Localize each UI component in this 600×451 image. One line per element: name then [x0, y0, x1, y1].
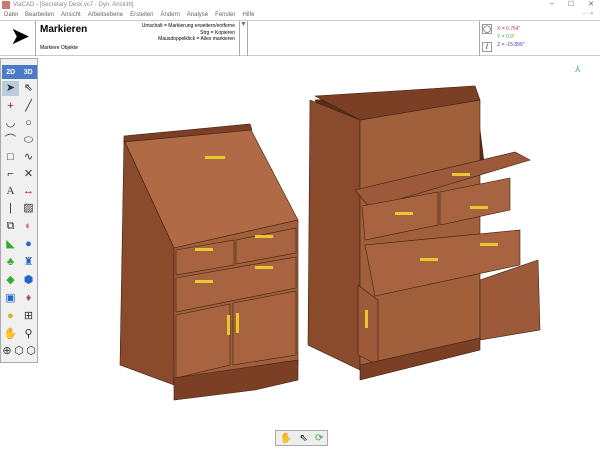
- transform-tool-icon[interactable]: ⧉: [2, 219, 19, 234]
- circle-tool-icon[interactable]: ○: [20, 116, 37, 131]
- handle: [227, 315, 230, 335]
- text-tool-icon[interactable]: A: [2, 184, 19, 199]
- zoom-icon[interactable]: ⚲: [20, 327, 37, 342]
- handle: [236, 313, 239, 333]
- menu-hilfe[interactable]: Hilfe: [243, 12, 255, 18]
- menu-bar: Datei Bearbeiten Ansicht Arbeitsebene Er…: [0, 10, 600, 20]
- menu-bearbeiten[interactable]: Bearbeiten: [25, 12, 54, 18]
- menu-erstellen[interactable]: Erstellen: [130, 12, 153, 18]
- app-icon: [2, 1, 10, 9]
- menu-analyse[interactable]: Analyse: [187, 12, 208, 18]
- handle: [195, 248, 213, 251]
- coord-input-button[interactable]: /: [482, 42, 492, 52]
- view-cube-icon[interactable]: ⬡: [25, 344, 37, 359]
- subselect-tool-icon[interactable]: ⇖: [20, 81, 37, 96]
- rectangle-tool-icon[interactable]: □: [2, 150, 19, 165]
- views-tool-icon[interactable]: ⊞: [20, 309, 37, 324]
- mdi-controls[interactable]: – ▫ ✕: [582, 11, 594, 17]
- desk-right[interactable]: [307, 85, 541, 381]
- view-tabs: 2D 3D: [2, 65, 37, 79]
- coord-x: X = 0.754": [497, 26, 521, 32]
- arc-tool-icon[interactable]: ◡: [2, 116, 19, 131]
- command-panel: Markieren Markiere Objekte Umschalt = Ma…: [35, 21, 240, 56]
- handle: [420, 258, 438, 261]
- coord-z: Z = -15.899": [497, 42, 525, 48]
- view-iso-icon[interactable]: ⬡: [13, 344, 25, 359]
- light-tool-icon[interactable]: ●: [2, 309, 19, 324]
- trim-tool-icon[interactable]: ✕: [20, 167, 37, 182]
- menu-datei[interactable]: Datei: [4, 12, 18, 18]
- desk-left-door: [175, 303, 231, 379]
- command-hints: Umschalt = Markierung erweitern/entferne…: [142, 23, 235, 43]
- command-title: Markieren: [40, 24, 88, 35]
- handle: [255, 235, 273, 238]
- ellipse-tool-icon[interactable]: ⬭: [20, 133, 37, 148]
- extrude-tool-icon[interactable]: ◣: [2, 237, 19, 252]
- hint: Mausdoppelklick = Alles markieren: [158, 36, 235, 42]
- 3d-viewport[interactable]: [40, 60, 560, 420]
- blend-tool-icon[interactable]: ♦: [20, 291, 37, 306]
- command-dropdown-button[interactable]: ▼: [240, 21, 248, 56]
- tab-2d[interactable]: 2D: [6, 69, 15, 76]
- select-arrow-icon[interactable]: ⇖: [299, 433, 307, 444]
- boolean-tool-icon[interactable]: ♜: [20, 255, 37, 270]
- rotate-view-icon[interactable]: ⟳: [315, 433, 323, 444]
- handle: [205, 156, 225, 159]
- select-tool-icon[interactable]: ➤: [2, 81, 19, 96]
- window-title: ViaCAD - [Secretary Desk.vc7 - Dyn. Ansi…: [13, 2, 134, 8]
- desk-right-door-open: [479, 259, 541, 341]
- curve-tool-icon[interactable]: ⌒: [2, 133, 19, 148]
- minimize-button[interactable]: –: [550, 0, 554, 8]
- shell-tool-icon[interactable]: ▣: [2, 291, 19, 306]
- hatch-tool-icon[interactable]: ▨: [20, 201, 37, 216]
- maximize-button[interactable]: ☐: [568, 0, 574, 8]
- fillet-tool-icon[interactable]: ⌐: [2, 167, 19, 182]
- desk-left[interactable]: [119, 123, 299, 401]
- line-tool-icon[interactable]: ╱: [20, 99, 37, 114]
- solid-tool-icon[interactable]: ⬢: [20, 273, 37, 288]
- axis-triad-icon: ⅄: [575, 64, 581, 74]
- dimension-tool-icon[interactable]: ↔: [20, 184, 37, 199]
- view-top-icon[interactable]: ⊕: [1, 344, 13, 359]
- revolve-tool-icon[interactable]: ♣: [2, 255, 19, 270]
- pan-hand-icon[interactable]: ✋: [280, 433, 292, 444]
- handle: [195, 280, 213, 283]
- tool-palette: 2D 3D ➤ ⇖ + ╱ ◡ ○ ⌒ ⬭ □ ∿ ⌐ ✕ A ↔ | ▨ ⧉ …: [0, 58, 38, 363]
- handle: [365, 310, 368, 328]
- select-arrow-icon: ➤: [10, 23, 31, 50]
- command-bar: ➤ Markieren Markiere Objekte Umschalt = …: [0, 20, 600, 56]
- handle: [480, 243, 498, 246]
- mirror-tool-icon[interactable]: ◐: [20, 219, 37, 234]
- coord-mode-button[interactable]: ◯: [482, 24, 492, 34]
- close-button[interactable]: ✕: [588, 0, 594, 8]
- menu-arbeitsebene[interactable]: Arbeitsebene: [88, 12, 123, 18]
- handle: [470, 206, 488, 209]
- handle: [395, 212, 413, 215]
- title-bar: ViaCAD - [Secretary Desk.vc7 - Dyn. Ansi…: [0, 0, 600, 10]
- command-subtitle: Markiere Objekte: [40, 45, 79, 51]
- menu-ansicht[interactable]: Ansicht: [61, 12, 81, 18]
- handle: [255, 266, 273, 269]
- sweep-tool-icon[interactable]: ◆: [2, 273, 19, 288]
- spline-tool-icon[interactable]: ∿: [20, 150, 37, 165]
- centerline-tool-icon[interactable]: |: [2, 201, 19, 216]
- menu-aendern[interactable]: Ändern: [160, 12, 179, 18]
- handle: [452, 173, 470, 176]
- hint: Umschalt = Markierung erweitern/entferne: [141, 23, 235, 29]
- desk-right-side: [307, 99, 361, 371]
- coordinate-panel: ◯ / X = 0.754" Y = 0.0" Z = -15.899": [479, 21, 600, 56]
- menu-fenster[interactable]: Fenster: [215, 12, 235, 18]
- sphere-tool-icon[interactable]: ●: [20, 237, 37, 252]
- pan-hand-icon[interactable]: ✋: [2, 327, 19, 342]
- navigation-toolbar: ✋ ⇖ ⟳: [275, 430, 328, 446]
- point-tool-icon[interactable]: +: [2, 99, 19, 114]
- desk-left-door: [232, 290, 297, 366]
- tab-3d[interactable]: 3D: [24, 69, 33, 76]
- coord-y: Y = 0.0": [497, 34, 515, 40]
